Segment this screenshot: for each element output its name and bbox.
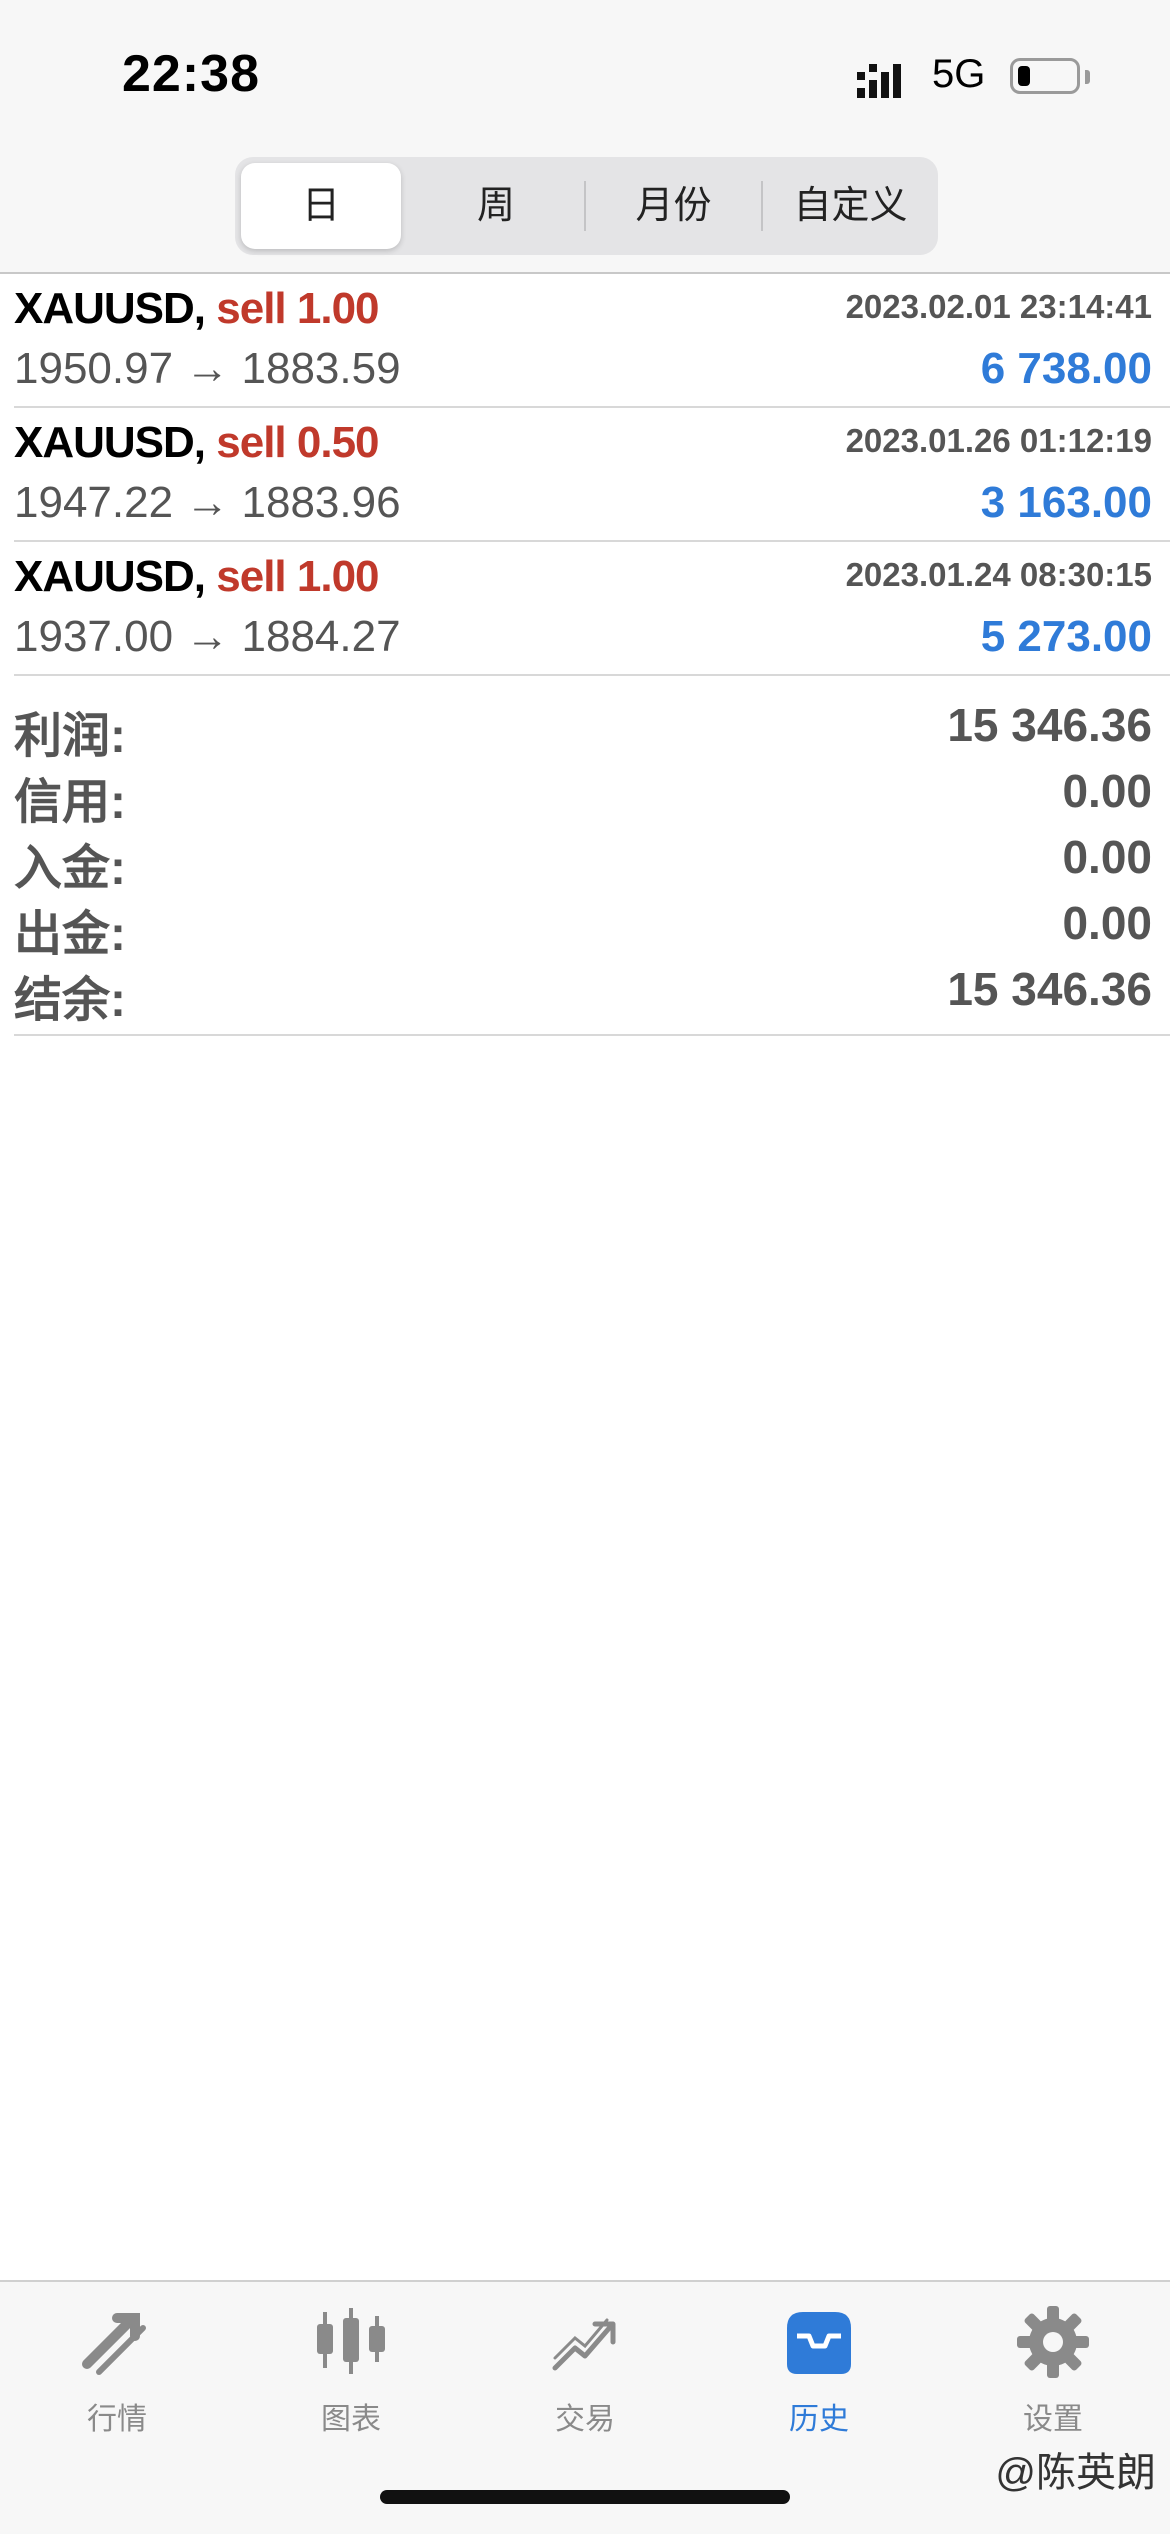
summary-credit: 信用: 0.00: [0, 762, 1170, 829]
tab-week[interactable]: 周: [411, 157, 581, 255]
side-volume: sell 1.00: [216, 284, 379, 333]
trade-row[interactable]: XAUUSD, sell 1.00 2023.02.01 23:14:41 19…: [0, 274, 1170, 408]
trade-time: 2023.02.01 23:14:41: [845, 288, 1152, 325]
summary-value: 0.00: [1062, 897, 1152, 949]
trade-icon: [552, 2318, 616, 2371]
summary-label: 出金:: [14, 908, 126, 961]
summary-balance: 结余: 15 346.36: [0, 960, 1170, 1027]
tab-label: 图表: [321, 2403, 381, 2436]
row-divider: [14, 674, 1170, 676]
summary-label: 结余:: [14, 974, 126, 1027]
trade-prices: 1950.97 → 1883.59: [14, 344, 401, 393]
summary-label: 入金:: [14, 842, 126, 895]
summary-profit: 利润: 15 346.36: [0, 696, 1170, 763]
signal-icon: [857, 64, 901, 98]
summary-value: 0.00: [1062, 831, 1152, 883]
network-type: 5G: [932, 52, 986, 96]
tab-settings[interactable]: 设置: [936, 2302, 1170, 2452]
summary-deposit: 入金: 0.00: [0, 828, 1170, 895]
summary-divider: [14, 1034, 1170, 1036]
summary-value: 15 346.36: [947, 699, 1152, 751]
battery-tip: [1085, 70, 1090, 84]
settings-icon: [1017, 2306, 1089, 2378]
tab-trade[interactable]: 交易: [468, 2302, 702, 2452]
tab-label: 设置: [1023, 2403, 1083, 2436]
history-icon: [787, 2312, 851, 2374]
tab-month[interactable]: 月份: [586, 157, 761, 255]
trade-time: 2023.01.24 08:30:15: [845, 556, 1152, 593]
tab-history[interactable]: 历史: [702, 2302, 936, 2452]
period-segmented-control: 日 周 月份 自定义: [235, 157, 938, 255]
trade-symbol: XAUUSD, sell 0.50: [14, 418, 380, 468]
trade-row[interactable]: XAUUSD, sell 1.00 2023.01.24 08:30:15 19…: [0, 542, 1170, 676]
side-volume: sell 1.00: [216, 552, 379, 601]
summary-label: 利润:: [14, 710, 126, 763]
summary-value: 0.00: [1062, 765, 1152, 817]
summary-label: 信用:: [14, 776, 126, 829]
tab-label: 行情: [87, 2403, 147, 2436]
trade-profit: 3 163.00: [980, 478, 1152, 527]
trade-symbol: XAUUSD, sell 1.00: [14, 552, 380, 602]
trade-profit: 5 273.00: [980, 612, 1152, 661]
watermark: @陈英朗: [995, 2451, 1156, 2495]
header: 22:38 5G 日 周 月份 自定义: [0, 0, 1170, 274]
trade-profit: 6 738.00: [980, 344, 1152, 393]
trade-row[interactable]: XAUUSD, sell 0.50 2023.01.26 01:12:19 19…: [0, 408, 1170, 542]
trade-prices: 1937.00 → 1884.27: [14, 612, 401, 661]
tab-chart[interactable]: 图表: [234, 2302, 468, 2452]
symbol: XAUUSD,: [14, 418, 206, 467]
status-time: 22:38: [122, 45, 260, 103]
tab-custom[interactable]: 自定义: [763, 157, 938, 255]
quotes-icon: [82, 2313, 146, 2375]
tab-day[interactable]: 日: [241, 163, 401, 249]
chart-icon: [317, 2308, 385, 2374]
battery-icon: [1010, 58, 1080, 94]
symbol: XAUUSD,: [14, 284, 206, 333]
home-indicator[interactable]: [380, 2490, 790, 2504]
trade-time: 2023.01.26 01:12:19: [845, 422, 1152, 459]
side-volume: sell 0.50: [216, 418, 379, 467]
trade-prices: 1947.22 → 1883.96: [14, 478, 401, 527]
tab-label: 交易: [555, 2403, 615, 2436]
trade-symbol: XAUUSD, sell 1.00: [14, 284, 380, 334]
summary-withdrawal: 出金: 0.00: [0, 894, 1170, 961]
tab-label: 历史: [789, 2403, 849, 2436]
symbol: XAUUSD,: [14, 552, 206, 601]
tab-quotes[interactable]: 行情: [0, 2302, 234, 2452]
summary-value: 15 346.36: [947, 963, 1152, 1015]
